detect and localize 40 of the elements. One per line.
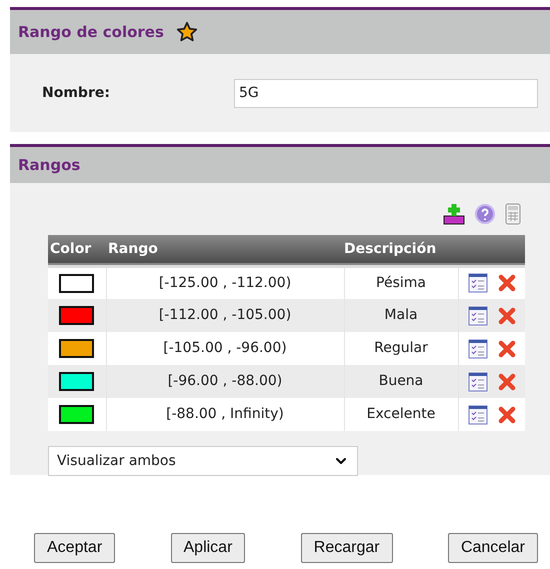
dialog-button[interactable]: Cancelar bbox=[448, 533, 538, 563]
add-icon[interactable] bbox=[443, 203, 465, 225]
table-cell: Mala bbox=[344, 299, 458, 332]
color-swatch[interactable] bbox=[59, 274, 94, 293]
color-swatch[interactable] bbox=[59, 405, 94, 424]
delete-icon[interactable] bbox=[498, 274, 516, 292]
help-icon[interactable] bbox=[475, 204, 495, 224]
panel-title: Rango de colores bbox=[18, 22, 164, 43]
table-cell: [-125.00 , -112.00) bbox=[106, 266, 344, 299]
name-field[interactable]: 5G bbox=[234, 78, 538, 108]
checklist-icon[interactable] bbox=[468, 338, 488, 358]
checklist-icon[interactable] bbox=[468, 404, 488, 424]
checklist-icon[interactable] bbox=[468, 372, 488, 392]
table-cell: [-112.00 , -105.00) bbox=[106, 299, 344, 332]
delete-icon[interactable] bbox=[498, 406, 516, 424]
name-label: Nombre: bbox=[42, 84, 111, 102]
table-cell: [-96.00 , -88.00) bbox=[106, 365, 344, 398]
star-icon[interactable] bbox=[176, 21, 198, 43]
table-cell: Regular bbox=[344, 332, 458, 365]
table-cell: Pésima bbox=[344, 266, 458, 299]
delete-icon[interactable] bbox=[498, 306, 516, 324]
color-swatch[interactable] bbox=[59, 339, 94, 358]
table-cell: Excelente bbox=[344, 398, 458, 431]
table-cell: [-105.00 , -96.00) bbox=[106, 332, 344, 365]
color-swatch[interactable] bbox=[59, 372, 94, 391]
color-swatch[interactable] bbox=[59, 306, 94, 325]
view-select[interactable]: Visualizar ambos bbox=[48, 446, 358, 476]
delete-icon[interactable] bbox=[498, 372, 516, 390]
checklist-icon[interactable] bbox=[468, 273, 488, 294]
dialog-button[interactable]: Aceptar bbox=[34, 533, 116, 563]
dialog-button[interactable]: Recargar bbox=[300, 533, 393, 563]
checklist-icon[interactable] bbox=[468, 306, 488, 326]
table-cell: [-88.00 , Infinity) bbox=[106, 398, 344, 431]
panel-title: Rangos bbox=[18, 154, 80, 176]
table-cell: Buena bbox=[344, 365, 458, 398]
column-header: Descripción bbox=[344, 241, 436, 258]
column-header: Rango bbox=[108, 241, 158, 258]
delete-icon[interactable] bbox=[498, 340, 516, 358]
column-header: Color bbox=[50, 241, 92, 258]
dialog-button[interactable]: Aplicar bbox=[170, 533, 246, 563]
